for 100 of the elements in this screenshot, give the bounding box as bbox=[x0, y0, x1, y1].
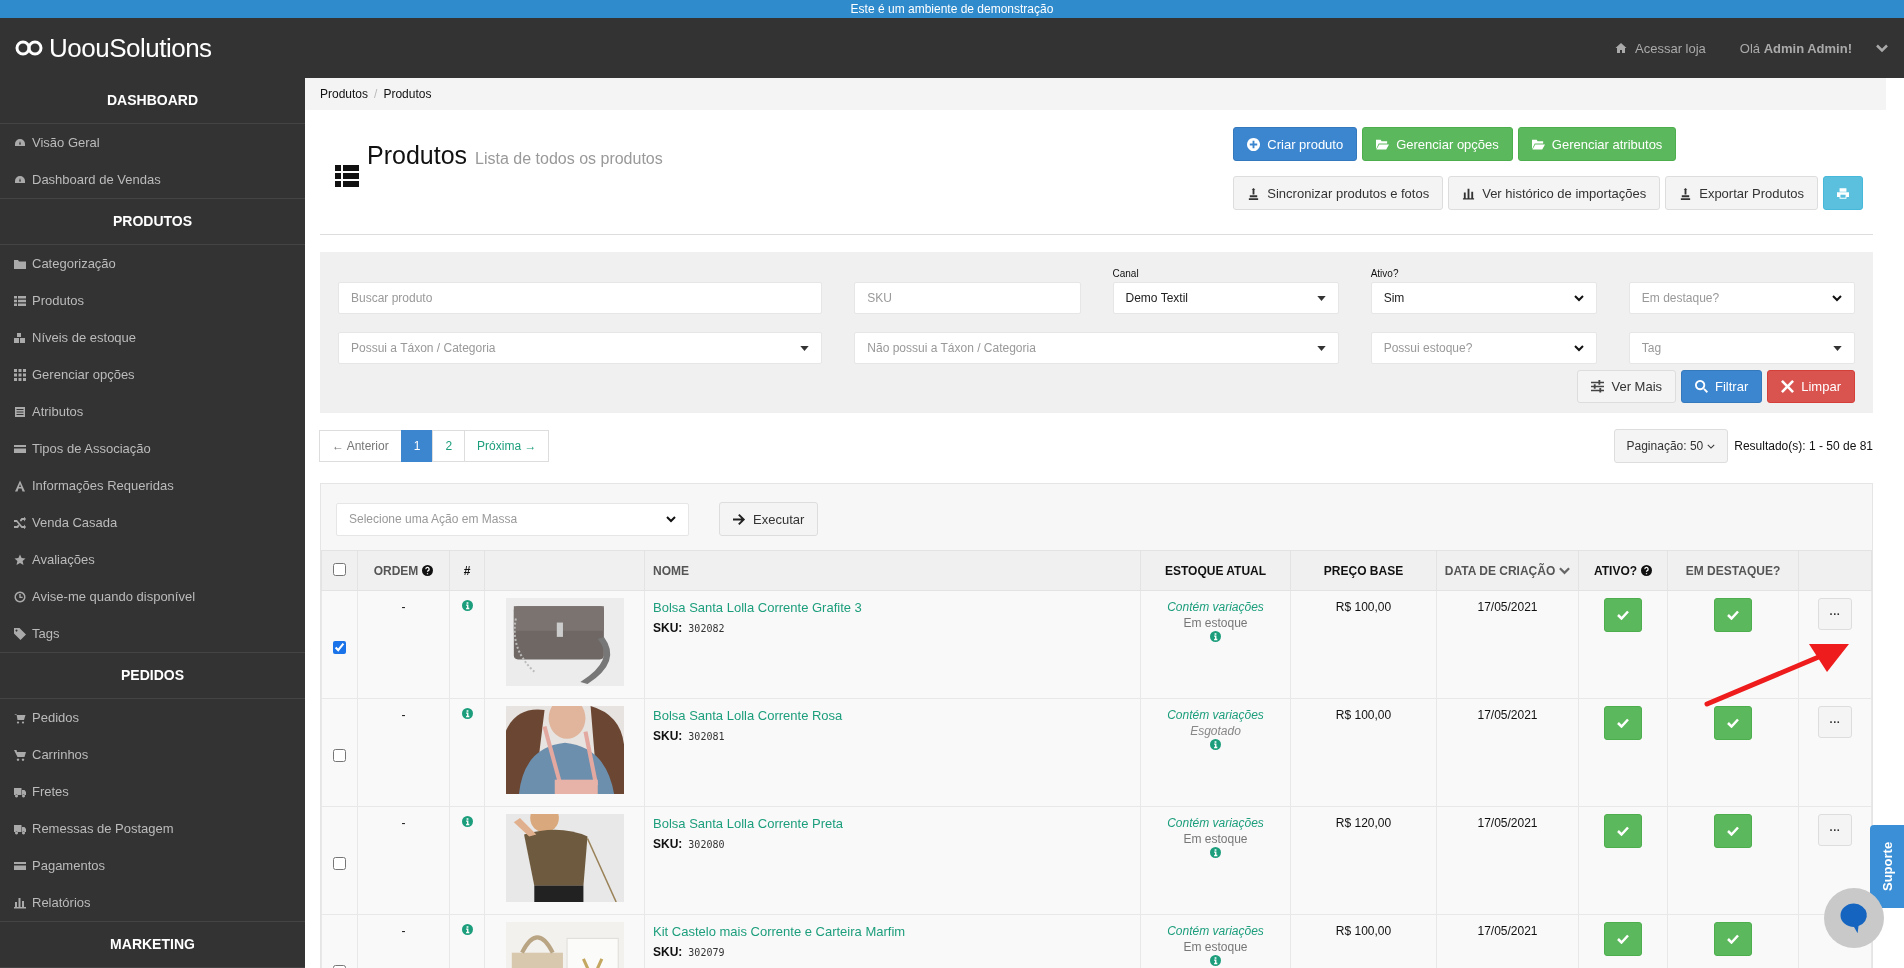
sidebar-section-title: MARKETING bbox=[0, 921, 305, 968]
support-tab[interactable]: Suporte bbox=[1870, 825, 1904, 908]
info-icon[interactable] bbox=[461, 924, 473, 935]
active-toggle[interactable] bbox=[1604, 814, 1642, 848]
sidebar-item[interactable]: Gerenciar opções bbox=[0, 356, 305, 393]
filter-button[interactable]: Ver Mais bbox=[1577, 370, 1677, 403]
breadcrumb-link[interactable]: Produtos bbox=[383, 87, 432, 101]
sidebar-item[interactable]: Produtos bbox=[0, 282, 305, 319]
home-icon bbox=[1615, 42, 1627, 54]
order-value: - bbox=[401, 600, 406, 614]
caret-icon bbox=[1833, 345, 1842, 351]
column-header[interactable]: ORDEM bbox=[373, 563, 419, 578]
row-checkbox[interactable] bbox=[333, 856, 346, 870]
triangle-icon bbox=[14, 479, 26, 492]
base-price: R$ 120,00 bbox=[1335, 816, 1392, 830]
user-greeting[interactable]: Olá Admin Admin! bbox=[1739, 40, 1852, 56]
info-icon[interactable] bbox=[1210, 631, 1221, 642]
select-field[interactable]: Demo Textil bbox=[1112, 282, 1339, 314]
creation-date: 17/05/2021 bbox=[1477, 924, 1538, 938]
sort-chevron-icon[interactable] bbox=[1559, 566, 1571, 575]
sidebar-item[interactable]: Avaliações bbox=[0, 541, 305, 578]
info-icon[interactable] bbox=[1210, 739, 1221, 750]
product-name-link[interactable]: Bolsa Santa Lolla Corrente Rosa bbox=[653, 708, 843, 723]
active-toggle[interactable] bbox=[1604, 598, 1642, 632]
execute-button[interactable]: Executar bbox=[719, 502, 819, 536]
product-name-link[interactable]: Bolsa Santa Lolla Corrente Grafite 3 bbox=[653, 600, 862, 615]
variants-link[interactable]: Contém variações bbox=[1142, 708, 1289, 722]
row-checkbox[interactable] bbox=[333, 640, 346, 654]
grid-icon bbox=[14, 368, 26, 381]
select-all-checkbox[interactable] bbox=[333, 562, 346, 576]
action-button[interactable]: Ver histórico de importações bbox=[1448, 176, 1661, 210]
sidebar-item[interactable]: Informações Requeridas bbox=[0, 467, 305, 504]
sidebar-item[interactable]: Carrinhos bbox=[0, 736, 305, 773]
chevron-down-icon[interactable] bbox=[1876, 42, 1888, 54]
action-button[interactable]: Criar produto bbox=[1233, 127, 1358, 161]
info-icon[interactable] bbox=[461, 816, 473, 827]
sidebar-item[interactable]: Níveis de estoque bbox=[0, 319, 305, 356]
more-options-button[interactable]: ··· bbox=[1818, 706, 1852, 738]
caret-icon bbox=[800, 345, 810, 351]
more-options-button[interactable]: ··· bbox=[1818, 814, 1852, 846]
check-icon bbox=[1617, 610, 1629, 620]
page-size-dropdown[interactable]: Paginação: 50 bbox=[1613, 429, 1729, 463]
sidebar-item[interactable]: Relatórios bbox=[0, 884, 305, 921]
variants-link[interactable]: Contém variações bbox=[1142, 816, 1289, 830]
arrow-right-icon bbox=[733, 512, 746, 526]
sidebar-section-title: PRODUTOS bbox=[0, 198, 305, 245]
sidebar-item[interactable]: Venda Casada bbox=[0, 504, 305, 541]
breadcrumb-separator: / bbox=[374, 87, 378, 101]
gauge-icon bbox=[14, 136, 26, 149]
sidebar-item[interactable]: Pagamentos bbox=[0, 847, 305, 884]
sidebar-item[interactable]: Avise-me quando disponível bbox=[0, 578, 305, 615]
info-icon[interactable] bbox=[1210, 847, 1221, 858]
print-button[interactable] bbox=[1823, 176, 1863, 210]
featured-toggle[interactable] bbox=[1714, 814, 1752, 848]
filter-button[interactable]: Filtrar bbox=[1681, 370, 1763, 403]
product-name-link[interactable]: Kit Castelo mais Corrente e Carteira Marfim bbox=[653, 924, 906, 939]
sidebar-item[interactable]: Fretes bbox=[0, 773, 305, 810]
breadcrumb-link[interactable]: Produtos bbox=[320, 87, 369, 101]
variants-link[interactable]: Contém variações bbox=[1142, 600, 1289, 614]
page-link[interactable]: 2 bbox=[432, 430, 466, 462]
next-page-link[interactable]: Próxima → bbox=[464, 430, 550, 462]
info-icon[interactable] bbox=[461, 708, 473, 719]
sidebar-item[interactable]: Pedidos bbox=[0, 699, 305, 736]
field-label: Ativo? bbox=[1370, 268, 1400, 279]
variants-link[interactable]: Contém variações bbox=[1142, 924, 1289, 938]
check-icon bbox=[1617, 826, 1629, 836]
base-price: R$ 100,00 bbox=[1335, 924, 1392, 938]
sidebar-item[interactable]: Visão Geral bbox=[0, 124, 305, 161]
featured-toggle[interactable] bbox=[1714, 706, 1752, 740]
star-icon bbox=[14, 553, 26, 566]
store-link[interactable]: Acessar loja bbox=[1615, 40, 1706, 56]
sku-label: SKU: bbox=[653, 945, 683, 959]
previous-page-link[interactable]: ← Anterior bbox=[319, 430, 402, 462]
card-icon bbox=[14, 859, 26, 872]
sku-value: 302080 bbox=[688, 839, 725, 850]
action-button[interactable]: Exportar Produtos bbox=[1665, 176, 1818, 210]
sidebar-item[interactable]: Categorização bbox=[0, 245, 305, 282]
sidebar-item[interactable]: Dashboard de Vendas bbox=[0, 161, 305, 198]
card-icon bbox=[14, 442, 26, 455]
active-toggle[interactable] bbox=[1604, 922, 1642, 956]
product-name-link[interactable]: Bolsa Santa Lolla Corrente Preta bbox=[653, 816, 844, 831]
active-toggle[interactable] bbox=[1604, 706, 1642, 740]
info-icon[interactable] bbox=[461, 600, 473, 611]
sidebar-item[interactable]: Tags bbox=[0, 615, 305, 652]
column-header[interactable]: NOME bbox=[653, 563, 689, 578]
filter-button[interactable]: Limpar bbox=[1767, 370, 1855, 403]
row-checkbox[interactable] bbox=[333, 748, 346, 762]
more-options-button[interactable]: ··· bbox=[1818, 598, 1852, 630]
brand-logo[interactable]: UoouSolutions bbox=[49, 32, 212, 64]
select-field[interactable]: Sim bbox=[1370, 282, 1597, 314]
info-icon[interactable] bbox=[1210, 955, 1221, 966]
truck-icon bbox=[14, 785, 26, 798]
sidebar-item[interactable]: Tipos de Associação bbox=[0, 430, 305, 467]
order-value: - bbox=[401, 816, 406, 830]
sidebar-item[interactable]: Remessas de Postagem bbox=[0, 810, 305, 847]
featured-toggle[interactable] bbox=[1714, 922, 1752, 956]
creation-date: 17/05/2021 bbox=[1477, 708, 1538, 722]
sidebar-item[interactable]: Atributos bbox=[0, 393, 305, 430]
action-button[interactable]: Sincronizar produtos e fotos bbox=[1233, 176, 1444, 210]
featured-toggle[interactable] bbox=[1714, 598, 1752, 632]
